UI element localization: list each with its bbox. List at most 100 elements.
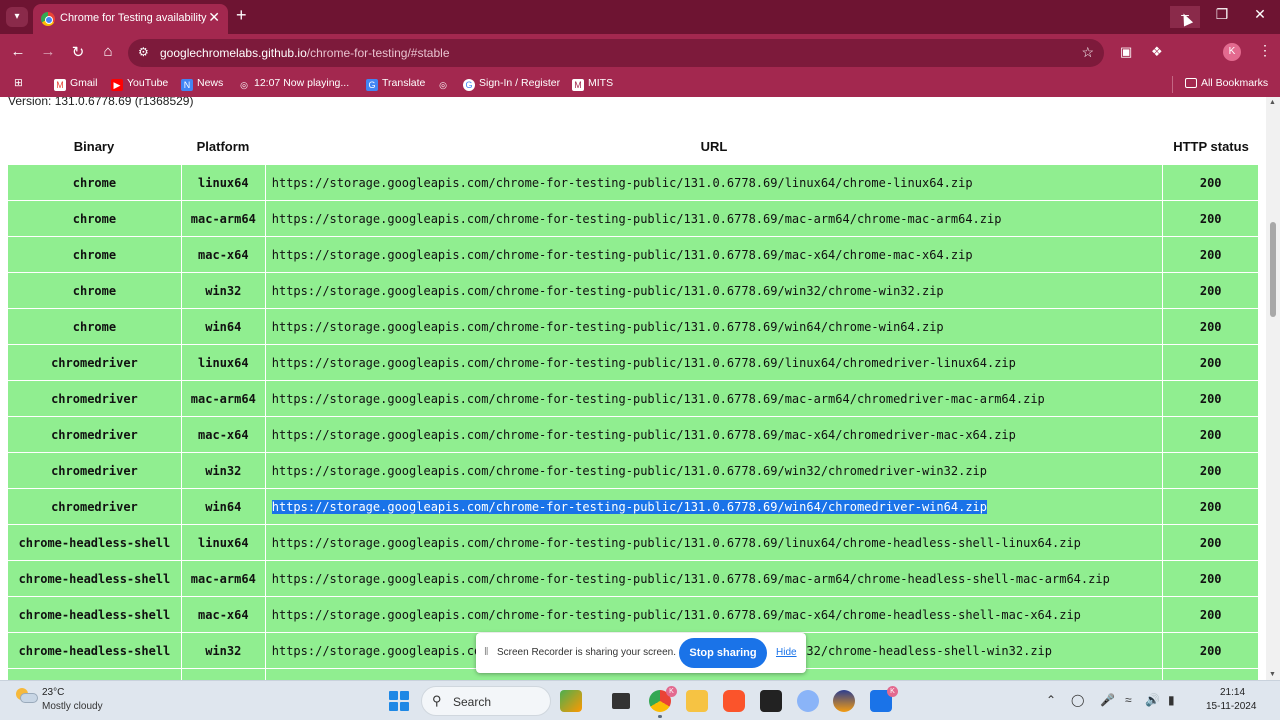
all-bookmarks[interactable]: All Bookmarks xyxy=(1185,77,1268,89)
bookmark-news[interactable]: N News xyxy=(181,77,223,91)
security-icon[interactable]: ◯ xyxy=(1071,693,1084,707)
binary-cell: chrome-headless-shell xyxy=(7,560,182,597)
weather-description[interactable]: Mostly cloudy xyxy=(42,701,103,712)
screen-recorder-taskbar-icon[interactable]: K xyxy=(870,686,898,712)
version-text: Version: 131.0.6778.69 (r1368529) xyxy=(8,97,194,108)
clock-time[interactable]: 21:14 xyxy=(1220,687,1245,698)
snipping-tool-icon[interactable] xyxy=(797,690,819,712)
bookmark-mits[interactable]: M MITS xyxy=(572,77,613,91)
back-icon[interactable]: ← xyxy=(8,43,28,60)
file-explorer-icon[interactable] xyxy=(686,690,708,712)
bookmark-youtube[interactable]: ▶ YouTube xyxy=(111,77,168,91)
binary-cell-text: chrome-headless-shell xyxy=(18,607,171,622)
new-tab-icon[interactable]: + xyxy=(236,5,247,26)
wifi-icon[interactable]: ≈ xyxy=(1125,693,1132,707)
bookmark-star-icon[interactable]: ☆ xyxy=(1081,44,1094,61)
task-view-icon[interactable] xyxy=(612,693,630,709)
url-cell-text[interactable]: https://storage.googleapis.com/chrome-fo… xyxy=(272,428,1016,442)
platform-cell-text: win32 xyxy=(205,643,242,658)
url-cell-text[interactable]: https://storage.googleapis.com/chrome-fo… xyxy=(272,608,1081,622)
scroll-up-icon[interactable]: ▲ xyxy=(1269,99,1276,106)
platform-cell: win32 xyxy=(180,632,266,669)
forward-icon[interactable]: → xyxy=(38,43,58,60)
sticky-notes-icon[interactable] xyxy=(760,690,782,712)
url-cell-text[interactable]: https://storage.googleapis.com/chrome-fo… xyxy=(272,284,944,298)
mits-icon: M xyxy=(572,79,584,91)
extensions-icon[interactable]: ❖ xyxy=(1151,44,1163,60)
status-cell-text: 200 xyxy=(1199,463,1222,478)
url-cell: https://storage.googleapis.com/chrome-fo… xyxy=(264,380,1164,417)
apps-grid-icon[interactable]: ⊞ xyxy=(14,77,23,89)
bookmark-sign-in[interactable]: G Sign-In / Register xyxy=(463,77,560,91)
site-info-icon[interactable]: ⚙ xyxy=(138,45,149,59)
url-cell-text[interactable]: https://storage.googleapis.com/chrome-fo… xyxy=(272,248,973,262)
widgets-app-icon[interactable] xyxy=(560,690,582,712)
weather-cloudy-icon[interactable] xyxy=(16,688,38,704)
url-cell-text[interactable]: https://storage.googleapis.com/chrome-fo… xyxy=(272,356,1016,370)
reload-icon[interactable]: ↻ xyxy=(68,43,88,61)
bookmark-label: YouTube xyxy=(127,77,169,89)
tray-chevron-icon[interactable]: ⌃ xyxy=(1046,693,1056,707)
temperature[interactable]: 23°C xyxy=(42,687,64,698)
restore-icon[interactable]: ❐ xyxy=(1207,6,1237,23)
binary-cell: chrome xyxy=(7,272,182,309)
status-cell-text: 200 xyxy=(1199,499,1222,514)
platform-cell: linux64 xyxy=(180,164,266,201)
url-cell-text[interactable]: https://storage.googleapis.com/chrome-fo… xyxy=(271,499,987,514)
clock-date[interactable]: 15-11-2024 xyxy=(1206,701,1256,712)
url-cell-text[interactable]: https://storage.googleapis.com/chrome-fo… xyxy=(272,572,1110,586)
chrome-taskbar-icon[interactable]: K xyxy=(649,686,677,718)
home-icon[interactable]: ⌂ xyxy=(98,43,118,60)
url-cell-text[interactable]: https://storage.googleapis.com/chrome-fo… xyxy=(272,176,973,190)
profile-avatar[interactable]: K xyxy=(1223,43,1241,61)
volume-icon[interactable]: 🔊 xyxy=(1145,693,1160,707)
bookmark-globe[interactable]: ◎ xyxy=(437,77,453,91)
status-cell-text: 200 xyxy=(1199,247,1222,262)
url-cell: https://storage.googleapis.com/chrome-fo… xyxy=(264,596,1164,633)
address-bar[interactable]: ⚙ googlechromelabs.github.io/chrome-for-… xyxy=(128,39,1104,67)
brave-browser-icon[interactable] xyxy=(723,690,745,712)
binary-cell-text: chromedriver xyxy=(51,355,138,370)
sharing-message: Screen Recorder is sharing your screen. xyxy=(497,647,676,658)
binary-cell: chrome-headless-shell xyxy=(7,632,182,669)
bookmark-label: Translate xyxy=(382,77,426,89)
bookmark-translate[interactable]: G Translate xyxy=(366,77,425,91)
url-cell-text[interactable]: https://storage.googleapis.com/chrome-fo… xyxy=(272,212,1002,226)
binary-cell-text: chromedriver xyxy=(51,499,138,514)
window-close-icon[interactable]: ✕ xyxy=(1245,6,1275,23)
hide-link[interactable]: Hide xyxy=(776,647,797,658)
url-cell-text[interactable]: https://storage.googleapis.com/chrome-fo… xyxy=(272,320,944,334)
binary-cell-text: chrome xyxy=(72,283,117,298)
bookmark-label: Gmail xyxy=(70,77,98,89)
binary-cell-text: chrome-headless-shell xyxy=(18,535,171,550)
scrollbar-thumb[interactable] xyxy=(1270,222,1276,317)
url-cell-text[interactable]: https://storage.googleapis.com/chrome-fo… xyxy=(272,536,1081,550)
kebab-menu-icon[interactable]: ⋮ xyxy=(1258,42,1272,59)
tab-close-icon[interactable]: ✕ xyxy=(208,9,220,26)
bookmark-gmail[interactable]: M Gmail xyxy=(54,77,97,91)
microphone-icon[interactable]: 🎤 xyxy=(1100,693,1115,707)
youtube-icon: ▶ xyxy=(111,79,123,91)
scroll-down-icon[interactable]: ▼ xyxy=(1269,671,1276,678)
tab-search-button[interactable]: ▾ xyxy=(6,7,28,27)
screen-recorder-icon[interactable]: ▣ xyxy=(1120,44,1132,60)
status-cell-text: 200 xyxy=(1199,607,1222,622)
drag-handle-icon[interactable]: ‖ xyxy=(484,646,489,658)
platform-cell: linux64 xyxy=(180,344,266,381)
bookmark-now-playing[interactable]: ◎ 12:07 Now playing... xyxy=(238,77,349,91)
tab-active[interactable]: Chrome for Testing availability ✕ xyxy=(33,4,228,34)
battery-icon[interactable]: ▮ xyxy=(1168,693,1175,707)
vertical-scrollbar[interactable]: ▲ ▼ xyxy=(1266,97,1280,680)
url-cell-text[interactable]: https://storage.googleapis.com/chrome-fo… xyxy=(272,464,987,478)
stop-sharing-button[interactable]: Stop sharing xyxy=(679,638,767,668)
table-row: chromedriver mac-arm64 https://storage.goo… xyxy=(7,380,1259,417)
eclipse-ide-icon[interactable] xyxy=(833,690,855,712)
taskbar-search[interactable]: ⚲ Search xyxy=(421,686,551,716)
platform-cell: mac-x64 xyxy=(180,416,266,453)
status-cell-text: 200 xyxy=(1199,643,1222,658)
bookmarks-bar: ⊞ M Gmail ▶ YouTube N News ◎ 12:07 Now playi… xyxy=(0,72,1280,97)
windows-start-icon[interactable] xyxy=(389,691,409,711)
bookmark-label: Sign-In / Register xyxy=(479,77,561,89)
folder-icon xyxy=(1185,78,1197,88)
url-cell-text[interactable]: https://storage.googleapis.com/chrome-fo… xyxy=(272,392,1045,406)
